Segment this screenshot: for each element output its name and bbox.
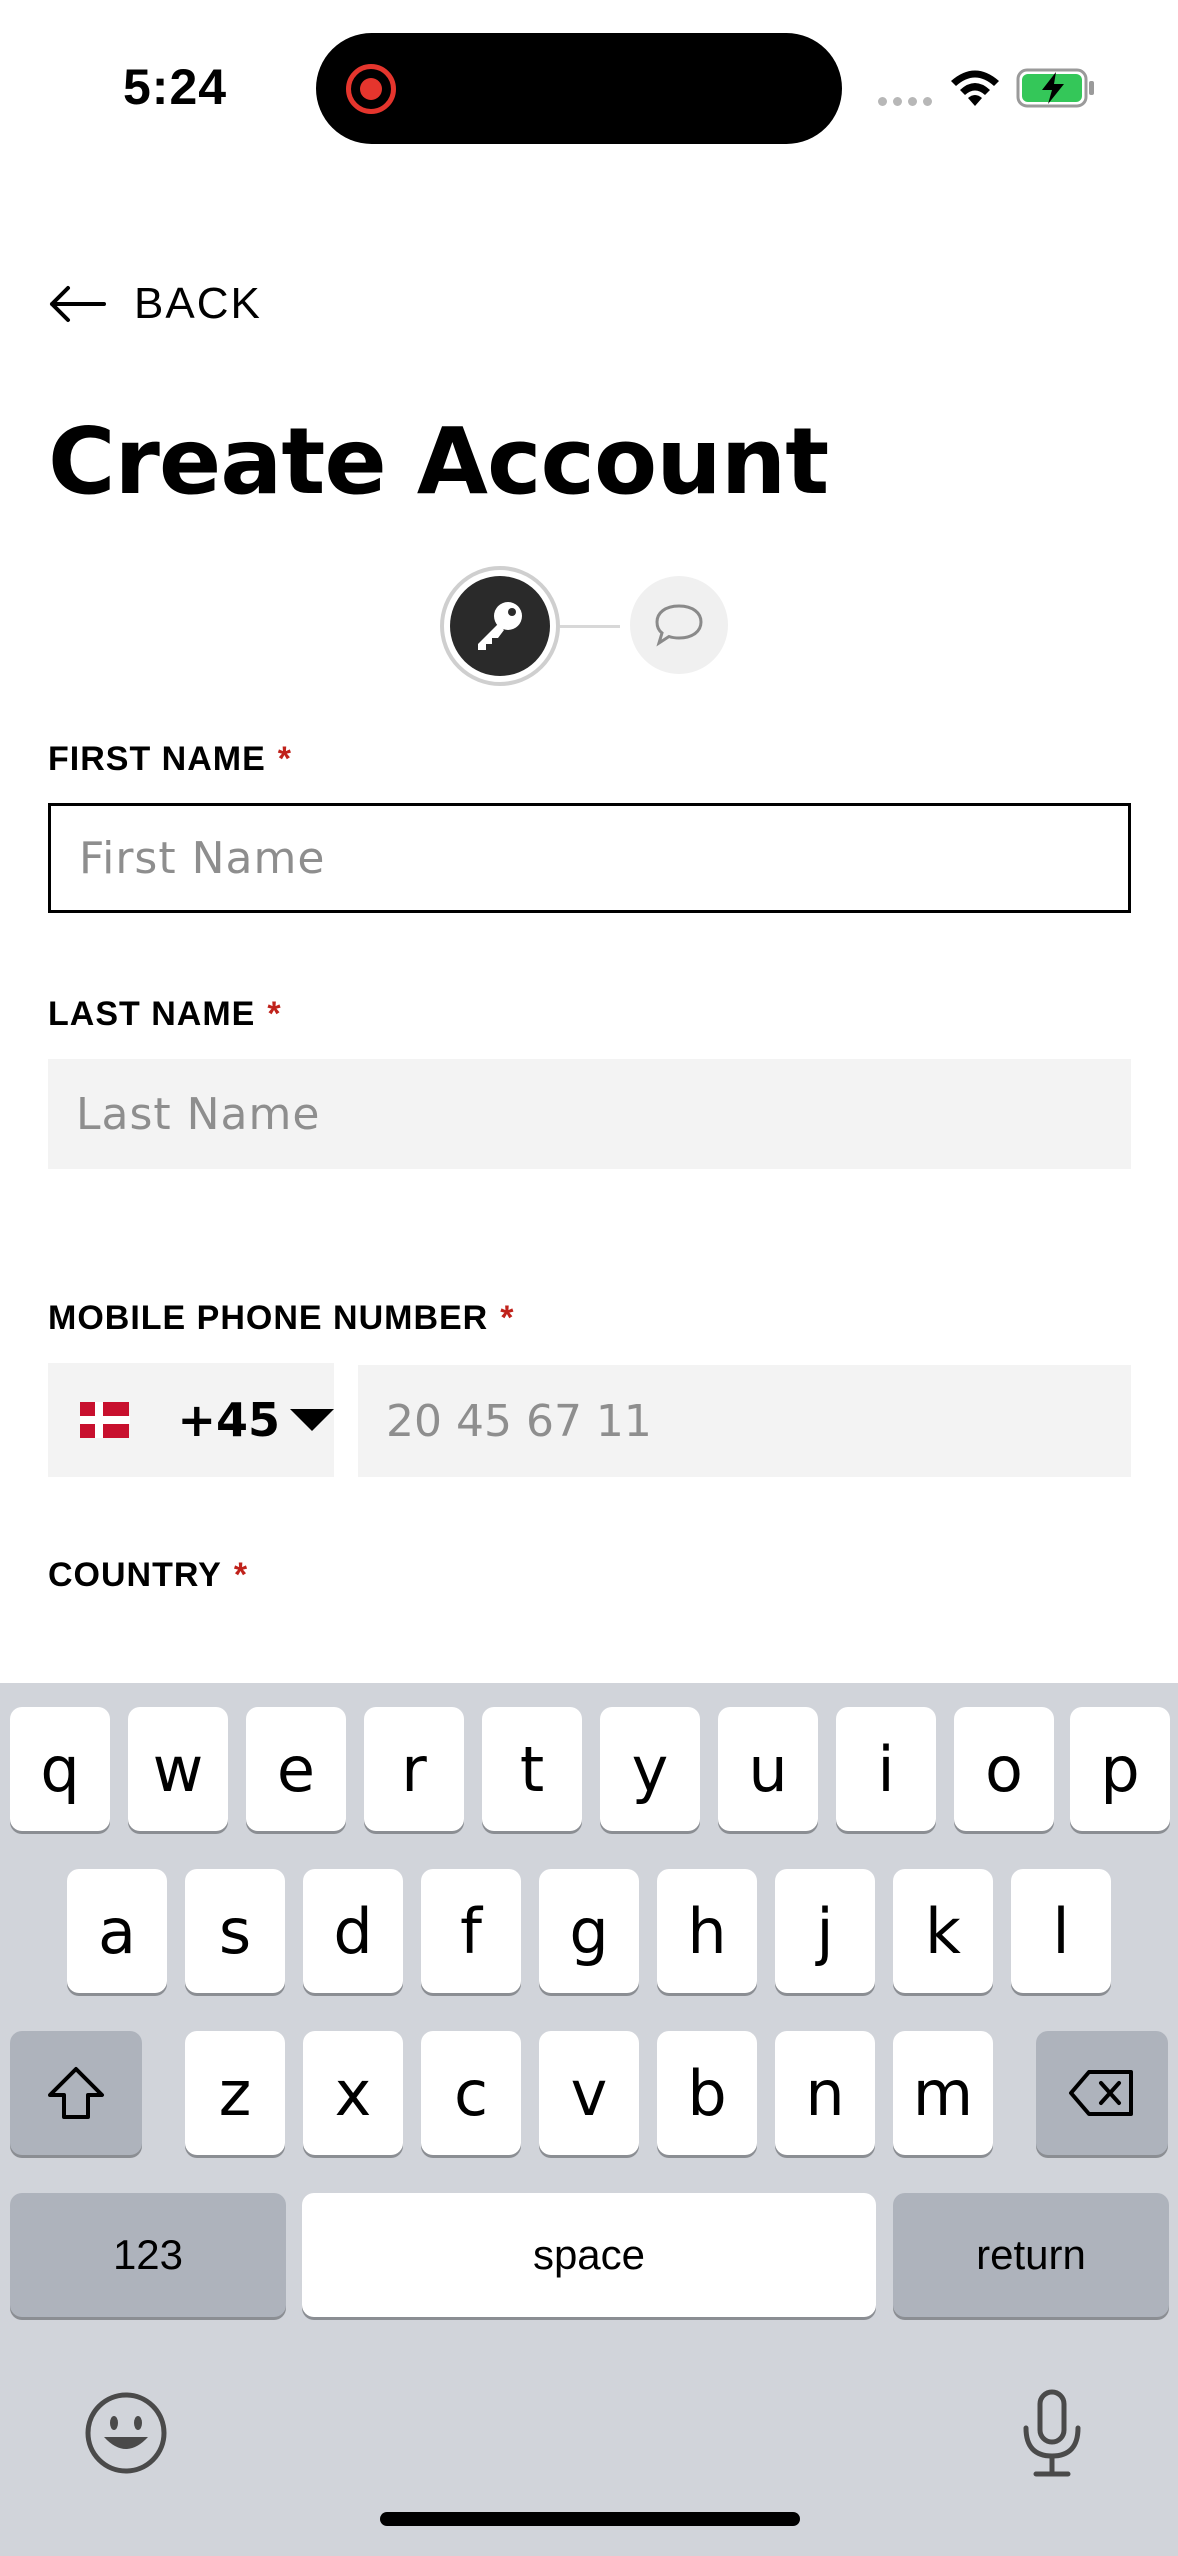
microphone-icon[interactable]: [1020, 2388, 1084, 2480]
key-n[interactable]: n: [775, 2031, 875, 2155]
caret-down-icon: [290, 1409, 334, 1431]
stepper-connector: [560, 625, 620, 628]
key-c[interactable]: c: [421, 2031, 521, 2155]
key-z[interactable]: z: [185, 2031, 285, 2155]
mobile-phone-label: MOBILE PHONE NUMBER *: [48, 1299, 515, 1337]
emoji-icon[interactable]: [84, 2391, 168, 2475]
key-g[interactable]: g: [539, 1869, 639, 1993]
back-button[interactable]: BACK: [48, 274, 262, 334]
shift-key[interactable]: [10, 2031, 142, 2155]
status-time: 5:24: [123, 59, 228, 115]
key-y[interactable]: y: [600, 1707, 700, 1831]
phone-number-input[interactable]: 20 45 67 11: [358, 1365, 1131, 1477]
key-x[interactable]: x: [303, 2031, 403, 2155]
first-name-label: FIRST NAME *: [48, 740, 293, 778]
key-j[interactable]: j: [775, 1869, 875, 1993]
key-i[interactable]: i: [836, 1707, 936, 1831]
first-name-placeholder: First Name: [79, 832, 326, 884]
last-name-label: LAST NAME *: [48, 995, 282, 1033]
country-field-clipped: COUNTRY *: [48, 1556, 248, 1588]
numbers-key[interactable]: 123: [10, 2193, 286, 2317]
shift-icon: [48, 2067, 104, 2119]
key-p[interactable]: p: [1070, 1707, 1170, 1831]
key-d[interactable]: d: [303, 1869, 403, 1993]
phone-number-placeholder: 20 45 67 11: [386, 1395, 652, 1447]
wifi-icon: [951, 70, 999, 106]
key-l[interactable]: l: [1011, 1869, 1111, 1993]
page-title: Create Account: [48, 408, 829, 515]
return-key[interactable]: return: [893, 2193, 1169, 2317]
back-label: BACK: [134, 279, 262, 328]
key-k[interactable]: k: [893, 1869, 993, 1993]
first-name-input[interactable]: First Name: [48, 803, 1131, 913]
backspace-icon: [1069, 2070, 1133, 2116]
step-credentials: [440, 566, 560, 686]
arrow-left-icon: [50, 286, 106, 322]
key-a[interactable]: a: [67, 1869, 167, 1993]
key-f[interactable]: f: [421, 1869, 521, 1993]
key-e[interactable]: e: [246, 1707, 346, 1831]
battery-charging-icon: [1016, 68, 1094, 108]
key-m[interactable]: m: [893, 2031, 993, 2155]
home-indicator: [380, 2512, 800, 2526]
space-key[interactable]: space: [302, 2193, 876, 2317]
key-icon: [478, 602, 522, 650]
country-code-value: +45: [177, 1393, 280, 1447]
country-code-select[interactable]: +45: [48, 1363, 334, 1477]
delete-key[interactable]: [1036, 2031, 1168, 2155]
cellular-signal-icon: [878, 97, 932, 106]
key-o[interactable]: o: [954, 1707, 1054, 1831]
key-w[interactable]: w: [128, 1707, 228, 1831]
denmark-flag-icon: [80, 1402, 131, 1438]
key-r[interactable]: r: [364, 1707, 464, 1831]
country-label: COUNTRY *: [48, 1556, 249, 1588]
last-name-input[interactable]: Last Name: [48, 1059, 1131, 1169]
key-v[interactable]: v: [539, 2031, 639, 2155]
keyboard: q w e r t y u i o p a s d f g h j k l z …: [0, 1683, 1178, 2556]
recording-icon: [346, 64, 396, 114]
key-b[interactable]: b: [657, 2031, 757, 2155]
key-t[interactable]: t: [482, 1707, 582, 1831]
key-s[interactable]: s: [185, 1869, 285, 1993]
key-q[interactable]: q: [10, 1707, 110, 1831]
key-u[interactable]: u: [718, 1707, 818, 1831]
chat-bubble-icon: [655, 604, 703, 647]
step-verification: [630, 576, 728, 674]
last-name-placeholder: Last Name: [76, 1088, 321, 1140]
key-h[interactable]: h: [657, 1869, 757, 1993]
